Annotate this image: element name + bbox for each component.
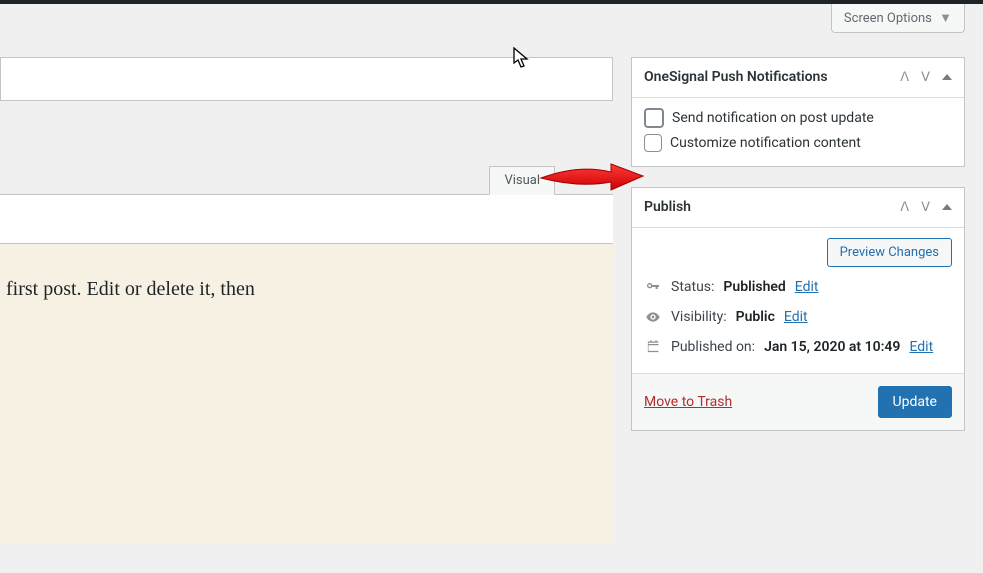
published-value: Jan 15, 2020 at 10:49: [764, 339, 900, 355]
send-notification-checkbox[interactable]: [644, 108, 664, 128]
content-wrap: Visual Text first post. Edit or delete i…: [0, 33, 983, 544]
toggle-collapse-icon[interactable]: [942, 204, 952, 210]
tab-text[interactable]: Text: [558, 166, 613, 195]
screen-options-label: Screen Options: [844, 11, 932, 26]
status-value: Published: [723, 279, 785, 295]
status-line: Status: Published Edit: [644, 279, 952, 295]
publish-actions: Move to Trash Update: [632, 373, 964, 430]
screen-options-bar: Screen Options ▼: [0, 4, 983, 33]
onesignal-box-controls: ᐱ ᐯ: [900, 70, 952, 85]
edit-published-link[interactable]: Edit: [909, 339, 933, 355]
customize-notification-checkbox[interactable]: [644, 134, 662, 152]
post-body-text: first post. Edit or delete it, then: [6, 278, 255, 300]
move-down-icon[interactable]: ᐯ: [921, 200, 930, 215]
editor-body[interactable]: first post. Edit or delete it, then: [0, 244, 613, 544]
publish-box-title: Publish: [644, 198, 691, 217]
edit-status-link[interactable]: Edit: [795, 279, 819, 295]
status-label: Status:: [671, 279, 714, 295]
visibility-line: Visibility: Public Edit: [644, 309, 952, 325]
eye-icon: [644, 309, 662, 325]
editor-toolbar: [0, 194, 613, 244]
tab-visual[interactable]: Visual: [489, 166, 555, 195]
editor-tabs: Visual Text: [0, 165, 613, 194]
move-up-icon[interactable]: ᐱ: [900, 200, 909, 215]
move-down-icon[interactable]: ᐯ: [921, 70, 930, 85]
onesignal-box-title: OneSignal Push Notifications: [644, 68, 828, 87]
onesignal-box-header: OneSignal Push Notifications ᐱ ᐯ: [632, 58, 964, 98]
onesignal-box-body: Send notification on post update Customi…: [632, 98, 964, 166]
publish-box-body: Preview Changes Status: Published Edit V…: [632, 228, 964, 373]
key-icon: [644, 279, 662, 295]
publish-box-controls: ᐱ ᐯ: [900, 200, 952, 215]
onesignal-box: OneSignal Push Notifications ᐱ ᐯ Send no…: [631, 57, 965, 167]
send-notification-label: Send notification on post update: [672, 110, 874, 126]
publish-box-header: Publish ᐱ ᐯ: [632, 188, 964, 228]
visibility-label: Visibility:: [671, 309, 727, 325]
published-label: Published on:: [671, 339, 755, 355]
send-notification-row[interactable]: Send notification on post update: [644, 108, 952, 128]
move-up-icon[interactable]: ᐱ: [900, 70, 909, 85]
customize-notification-row[interactable]: Customize notification content: [644, 134, 952, 152]
publish-box: Publish ᐱ ᐯ Preview Changes Status: Publ…: [631, 187, 965, 431]
visibility-value: Public: [736, 309, 775, 325]
post-title-input[interactable]: [0, 57, 613, 101]
preview-row: Preview Changes: [644, 238, 952, 267]
preview-changes-button[interactable]: Preview Changes: [827, 238, 952, 267]
screen-options-button[interactable]: Screen Options ▼: [831, 4, 965, 33]
caret-down-icon: ▼: [939, 11, 952, 26]
main-column: Visual Text first post. Edit or delete i…: [0, 57, 613, 544]
calendar-icon: [644, 339, 662, 354]
move-to-trash-link[interactable]: Move to Trash: [644, 394, 732, 410]
customize-notification-label: Customize notification content: [670, 135, 861, 151]
sidebar-column: OneSignal Push Notifications ᐱ ᐯ Send no…: [631, 57, 965, 451]
published-line: Published on: Jan 15, 2020 at 10:49 Edit: [644, 339, 952, 355]
update-button[interactable]: Update: [878, 386, 952, 418]
toggle-collapse-icon[interactable]: [942, 74, 952, 80]
edit-visibility-link[interactable]: Edit: [784, 309, 808, 325]
